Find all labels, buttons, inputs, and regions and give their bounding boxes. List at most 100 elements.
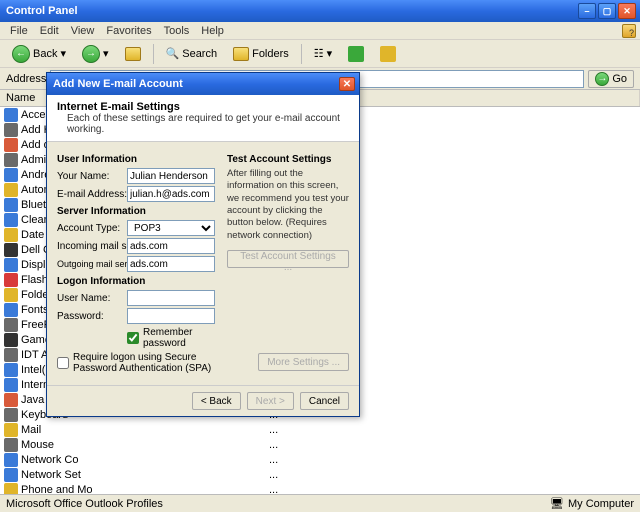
more-settings-button[interactable]: More Settings ... bbox=[258, 353, 349, 371]
separator bbox=[301, 44, 302, 64]
minimize-button[interactable]: – bbox=[578, 3, 596, 19]
item-icon bbox=[4, 378, 18, 392]
dialog-header-subtitle: Each of these settings are required to g… bbox=[57, 113, 349, 135]
item-name: Mail bbox=[21, 424, 41, 436]
views-icon: ☷ bbox=[314, 47, 324, 60]
list-item[interactable]: Mouse... bbox=[0, 437, 640, 452]
separator bbox=[153, 44, 154, 64]
list-item[interactable]: Network Set... bbox=[0, 467, 640, 482]
input-password[interactable] bbox=[127, 308, 215, 324]
up-icon bbox=[125, 47, 141, 61]
status-bar: Microsoft Office Outlook Profiles 🖥 My C… bbox=[0, 494, 640, 512]
window-title: Control Panel bbox=[4, 5, 576, 17]
cancel-button[interactable]: Cancel bbox=[300, 392, 349, 410]
list-item[interactable]: Mail... bbox=[0, 422, 640, 437]
folders-icon bbox=[233, 47, 249, 61]
search-icon: 🔍 bbox=[166, 47, 180, 60]
menu-view[interactable]: View bbox=[65, 23, 101, 39]
menu-tools[interactable]: Tools bbox=[158, 23, 196, 39]
item-name: Mouse bbox=[21, 439, 54, 451]
item-icon bbox=[4, 438, 18, 452]
label-password: Password: bbox=[57, 311, 127, 322]
checkbox-remember[interactable] bbox=[127, 332, 139, 344]
item-icon bbox=[4, 483, 18, 495]
item-icon bbox=[4, 303, 18, 317]
select-accttype[interactable]: POP3 bbox=[127, 220, 215, 236]
list-item[interactable]: Network Co... bbox=[0, 452, 640, 467]
tool-button-1[interactable] bbox=[342, 43, 370, 65]
search-button[interactable]: 🔍Search bbox=[160, 43, 224, 65]
label-yourname: Your Name: bbox=[57, 171, 127, 182]
section-test: Test Account Settings bbox=[227, 154, 349, 165]
test-settings-button[interactable]: Test Account Settings ... bbox=[227, 250, 349, 268]
label-username: User Name: bbox=[57, 293, 127, 304]
item-name: Java bbox=[21, 394, 44, 406]
item-icon bbox=[4, 228, 18, 242]
input-outgoing[interactable] bbox=[127, 256, 215, 272]
menu-help[interactable]: Help bbox=[195, 23, 230, 39]
forward-button[interactable]: → ▾ bbox=[76, 43, 115, 65]
forward-icon: → bbox=[82, 45, 100, 63]
item-icon bbox=[4, 198, 18, 212]
item-icon bbox=[4, 288, 18, 302]
toolbar: ←Back ▾ → ▾ 🔍Search Folders ☷ ▾ bbox=[0, 40, 640, 68]
tool-icon bbox=[380, 46, 396, 62]
item-name: Phone and Mo bbox=[21, 484, 93, 495]
address-label: Address bbox=[6, 73, 46, 85]
input-yourname[interactable] bbox=[127, 168, 215, 184]
item-icon bbox=[4, 153, 18, 167]
back-icon: ← bbox=[12, 45, 30, 63]
check-icon bbox=[348, 46, 364, 62]
input-username[interactable] bbox=[127, 290, 215, 306]
maximize-button[interactable]: ▢ bbox=[598, 3, 616, 19]
go-button[interactable]: →Go bbox=[588, 70, 634, 88]
checkbox-spa[interactable] bbox=[57, 357, 69, 369]
close-button[interactable]: ✕ bbox=[618, 3, 636, 19]
test-description: After filling out the information on thi… bbox=[227, 168, 349, 242]
item-name: Fonts bbox=[21, 304, 49, 316]
menu-edit[interactable]: Edit bbox=[34, 23, 65, 39]
section-logon-info: Logon Information bbox=[57, 276, 215, 287]
input-incoming[interactable] bbox=[127, 238, 215, 254]
item-icon bbox=[4, 423, 18, 437]
item-icon bbox=[4, 138, 18, 152]
help-icon[interactable]: ? bbox=[622, 24, 636, 38]
folders-button[interactable]: Folders bbox=[227, 43, 295, 65]
item-comment: ... bbox=[265, 469, 640, 481]
item-icon bbox=[4, 453, 18, 467]
dialog-titlebar: Add New E-mail Account ✕ bbox=[47, 73, 359, 95]
section-server-info: Server Information bbox=[57, 206, 215, 217]
menu-bar: File Edit View Favorites Tools Help ? bbox=[0, 22, 640, 40]
menu-file[interactable]: File bbox=[4, 23, 34, 39]
label-accttype: Account Type: bbox=[57, 223, 127, 234]
label-incoming: Incoming mail server: bbox=[57, 241, 127, 252]
item-icon bbox=[4, 183, 18, 197]
label-remember: Remember password bbox=[143, 327, 215, 349]
item-icon bbox=[4, 213, 18, 227]
input-email[interactable] bbox=[127, 186, 215, 202]
back-button[interactable]: < Back bbox=[192, 392, 241, 410]
item-icon bbox=[4, 393, 18, 407]
section-user-info: User Information bbox=[57, 154, 215, 165]
item-icon bbox=[4, 168, 18, 182]
label-outgoing: Outgoing mail server (SMTP): bbox=[57, 259, 127, 269]
menu-favorites[interactable]: Favorites bbox=[100, 23, 157, 39]
views-button[interactable]: ☷ ▾ bbox=[308, 43, 338, 65]
status-right: 🖥 My Computer bbox=[550, 497, 634, 510]
dialog-close-button[interactable]: ✕ bbox=[339, 77, 355, 91]
tool-button-2[interactable] bbox=[374, 43, 402, 65]
next-button[interactable]: Next > bbox=[247, 392, 294, 410]
item-icon bbox=[4, 258, 18, 272]
item-name: Network Co bbox=[21, 454, 78, 466]
status-text: Microsoft Office Outlook Profiles bbox=[6, 498, 163, 510]
add-email-dialog: Add New E-mail Account ✕ Internet E-mail… bbox=[46, 72, 360, 417]
back-button[interactable]: ←Back ▾ bbox=[6, 43, 72, 65]
label-email: E-mail Address: bbox=[57, 189, 127, 200]
item-comment: ... bbox=[265, 439, 640, 451]
window-titlebar: Control Panel – ▢ ✕ bbox=[0, 0, 640, 22]
label-spa: Require logon using Secure Password Auth… bbox=[73, 352, 215, 374]
list-item[interactable]: Phone and Mo... bbox=[0, 482, 640, 494]
up-button[interactable] bbox=[119, 43, 147, 65]
item-icon bbox=[4, 468, 18, 482]
item-icon bbox=[4, 333, 18, 347]
